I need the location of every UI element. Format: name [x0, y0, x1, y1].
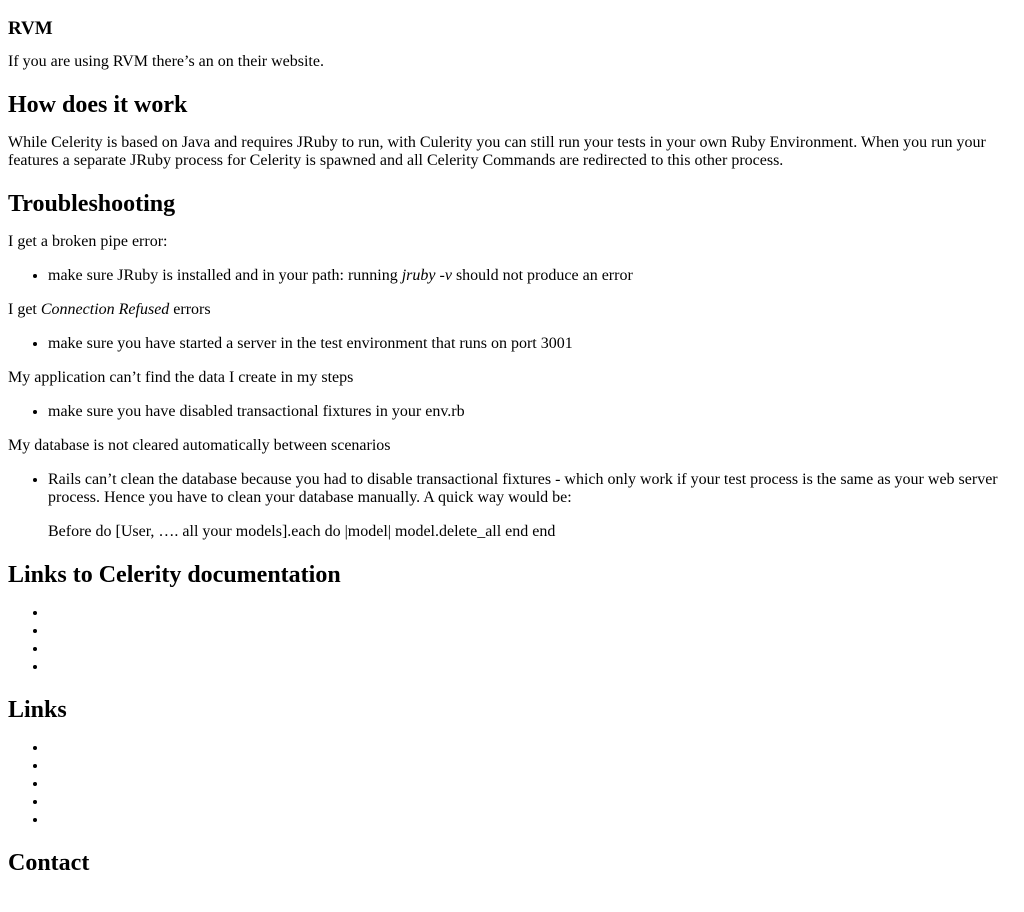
list-item: make sure you have started a server in t…	[48, 335, 1016, 353]
rvm-paragraph: If you are using RVM there’s an on their…	[8, 53, 1016, 71]
database-answer-list: Rails can’t clean the database because y…	[8, 471, 1016, 541]
refused-question-after: errors	[173, 301, 211, 318]
links-list	[8, 739, 1016, 829]
rvm-text-before: If you are using RVM there’s an	[8, 53, 214, 70]
list-item	[48, 793, 1016, 811]
list-item: make sure JRuby is installed and in your…	[48, 267, 1016, 285]
contact-heading: Contact	[8, 850, 90, 876]
refused-question: I get Connection Refused errors	[8, 301, 1016, 319]
rvm-heading: RVM	[8, 18, 53, 39]
connection-refused-term: Connection Refused	[40, 301, 170, 318]
list-item: Rails can’t clean the database because y…	[48, 471, 1016, 541]
list-item	[48, 640, 1016, 658]
list-item	[48, 775, 1016, 793]
broken-pipe-question: I get a broken pipe error:	[8, 233, 168, 250]
list-item	[48, 757, 1016, 775]
list-item	[48, 739, 1016, 757]
refused-answer-list: make sure you have started a server in t…	[8, 335, 1016, 353]
data-question: My application can’t find the data I cre…	[8, 369, 354, 386]
broken-pipe-answer-text: make sure JRuby is installed and in your…	[48, 267, 398, 284]
celerity-docs-heading: Links to Celerity documentation	[8, 562, 341, 588]
troubleshooting-heading: Troubleshooting	[8, 191, 176, 217]
broken-pipe-answer-list: make sure JRuby is installed and in your…	[8, 267, 1016, 285]
refused-question-before: I get	[8, 301, 37, 318]
rvm-text-after: on their website.	[217, 53, 324, 70]
celerity-docs-list	[8, 604, 1016, 676]
broken-pipe-answer-tail: should not produce an error	[455, 267, 633, 284]
list-item: make sure you have disabled transactiona…	[48, 403, 1016, 421]
list-item	[48, 658, 1016, 676]
list-item	[48, 604, 1016, 622]
how-paragraph: While Celerity is based on Java and requ…	[8, 134, 986, 169]
how-heading: How does it work	[8, 92, 188, 118]
list-item	[48, 811, 1016, 829]
database-answer-text: Rails can’t clean the database because y…	[48, 471, 998, 506]
page-content: RVM If you are using RVM there’s an on t…	[0, 18, 1024, 877]
list-item	[48, 622, 1016, 640]
data-answer-list: make sure you have disabled transactiona…	[8, 403, 1016, 421]
database-question: My database is not cleared automatically…	[8, 437, 391, 454]
links-heading: Links	[8, 697, 67, 723]
database-code-snippet: Before do [User, …. all your models].eac…	[48, 523, 556, 540]
jruby-command: jruby -v	[401, 267, 452, 284]
